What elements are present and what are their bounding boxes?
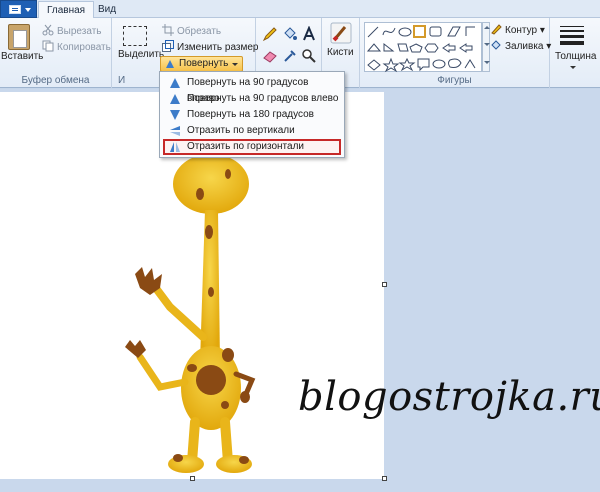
shapes-scroll[interactable] [482,22,490,72]
brush-icon [330,22,352,44]
resize-button[interactable]: Изменить размер [162,40,258,54]
dropdown-arrow-icon [25,8,31,12]
select-button[interactable]: Выделить [112,18,164,72]
paste-label: Вставить [1,51,44,62]
paint-menu-icon [9,5,21,14]
thickness-dropdown-icon [570,66,576,69]
menu-item-label: Повернуть на 180 градусов [187,109,314,120]
cut-label: Вырезать [57,26,102,37]
thickness-group: Толщина [550,18,600,88]
resize-handle-bottom[interactable] [190,476,195,481]
shapes-gallery[interactable] [364,22,482,73]
ribbon-tab-bar: Главная Вид [0,0,600,19]
color-picker-icon[interactable] [282,48,298,64]
resize-handle-corner[interactable] [382,476,387,481]
select-rectangle-icon [123,26,147,46]
menu-item-rotate-180[interactable]: Повернуть на 180 градусов [163,107,341,123]
outline-label: Контур [505,25,538,36]
flip-vertical-icon [169,125,181,137]
menu-item-label: Повернуть на 90 градусов влево [187,93,339,104]
magnifier-icon[interactable] [301,48,317,64]
clipboard-group-label: Буфер обмена [21,75,90,86]
rotate-dropdown-icon [232,63,238,66]
shapes-group: Контур ▾ Заливка ▾ Фигуры [360,18,551,88]
menu-item-flip-vertical[interactable]: Отразить по вертикали [163,123,341,139]
pencil-icon[interactable] [262,26,278,42]
brushes-button[interactable]: Кисти [322,18,360,72]
crop-label: Обрезать [177,26,222,37]
eraser-icon[interactable] [262,48,278,64]
file-menu-button[interactable] [0,0,37,18]
rotate-180-icon [169,109,181,121]
fill-label: Заливка [505,41,544,52]
brushes-label: Кисти [327,47,354,58]
crop-button[interactable]: Обрезать [162,24,221,38]
copy-icon [42,40,54,52]
text-tool-icon[interactable] [301,25,317,42]
tab-view[interactable]: Вид [90,1,124,19]
resize-icon [162,40,174,52]
rotate-right-icon [169,77,181,89]
shapes-group-label: Фигуры [437,75,472,86]
copy-button[interactable]: Копировать [42,40,111,54]
copy-label: Копировать [57,42,111,53]
resize-label: Изменить размер [177,42,259,53]
clipboard-group: Вставить Вырезать Копировать Буфер обмен… [0,18,112,88]
rotate-menu: Повернуть на 90 градусов вправо Повернут… [159,71,345,158]
watermark: blogostrojka.ru [298,374,600,420]
menu-item-rotate-right[interactable]: Повернуть на 90 градусов вправо [163,75,341,104]
outline-button[interactable]: Контур ▾ [490,23,545,37]
resize-handle-right[interactable] [382,282,387,287]
fill-bucket-icon[interactable] [282,26,298,42]
crop-icon [162,24,174,36]
fill-button[interactable]: Заливка ▾ [490,39,551,53]
shapes-gallery-icons [366,25,476,73]
menu-item-label: Отразить по вертикали [187,125,295,136]
rotate-label: Повернуть [179,58,229,69]
outline-pen-icon [490,23,502,35]
paste-icon [8,24,30,50]
select-label: Выделить [118,49,165,60]
rotate-icon [165,59,175,69]
tab-home[interactable]: Главная [38,1,95,19]
menu-item-flip-horizontal[interactable]: Отразить по горизонтали [163,139,341,155]
flip-horizontal-icon [169,141,181,153]
cut-button[interactable]: Вырезать [42,24,101,38]
rotate-button[interactable]: Повернуть [160,56,243,72]
rotate-left-icon [169,93,181,105]
thickness-button[interactable]: Толщина [550,18,600,78]
fill-bucket-small-icon [490,39,502,51]
menu-item-rotate-left[interactable]: Повернуть на 90 градусов влево [163,91,341,107]
scissors-icon [42,24,54,36]
paste-button[interactable]: Вставить [0,18,43,74]
gallery-expand-icon [484,61,490,64]
menu-item-label: Отразить по горизонтали [187,141,305,152]
thickness-label: Толщина [555,51,597,62]
